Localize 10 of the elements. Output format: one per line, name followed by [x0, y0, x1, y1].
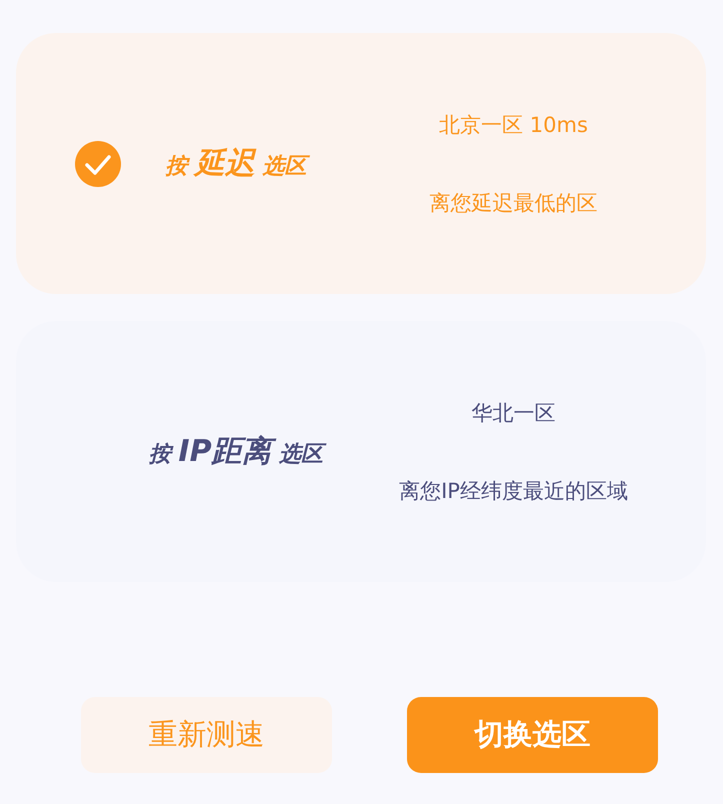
option-title: 按 IP距离 选区 [121, 431, 351, 472]
switch-region-button[interactable]: 切换选区 [407, 697, 658, 773]
region-description: 离您IP经纬度最近的区域 [399, 478, 628, 504]
checkmark-icon [75, 140, 121, 186]
region-name: 北京一区 10ms [439, 112, 588, 138]
option-card[interactable]: 按 延迟 选区 北京一区 10ms 离您延迟最低的区 [16, 33, 706, 294]
option-title: 按 延迟 选区 [121, 143, 351, 184]
retest-speed-button[interactable]: 重新测速 [81, 697, 332, 773]
region-description: 离您延迟最低的区 [430, 190, 598, 216]
region-name: 华北一区 [472, 400, 556, 426]
